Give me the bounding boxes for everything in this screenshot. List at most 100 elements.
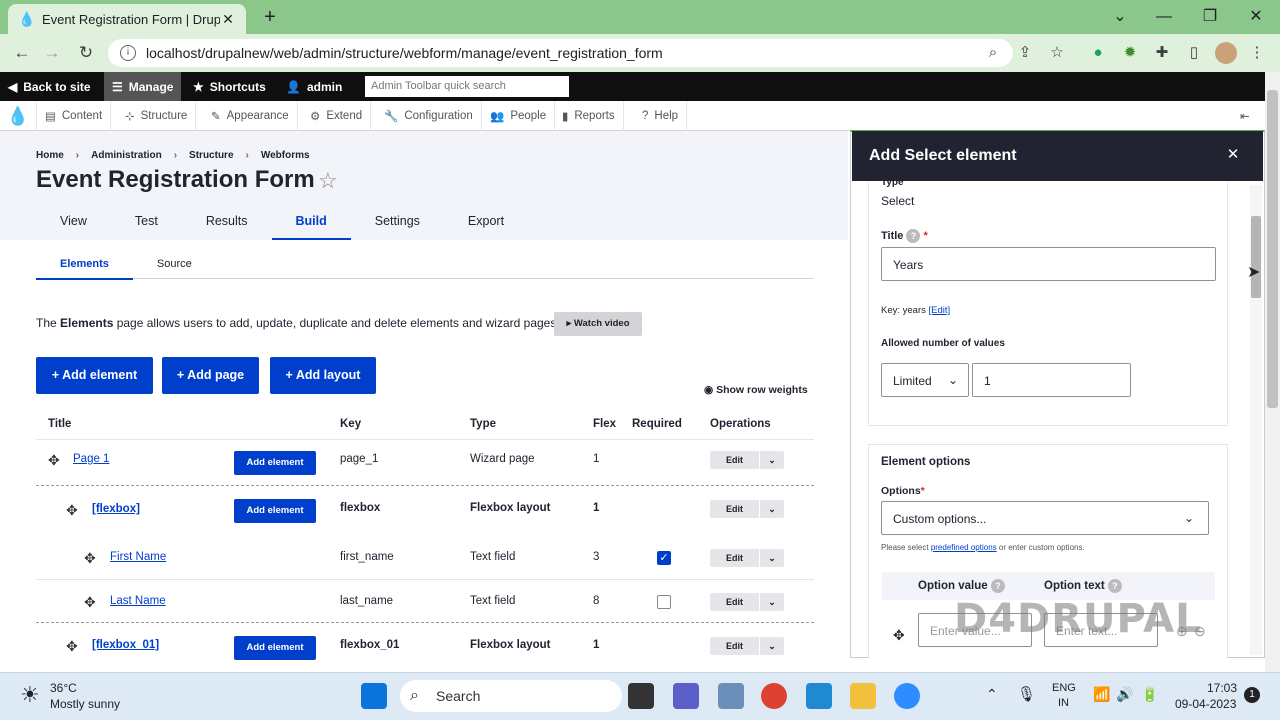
breadcrumb-home[interactable]: Home: [36, 150, 64, 161]
drag-handle-icon[interactable]: ✥: [84, 594, 96, 611]
file-explorer-icon[interactable]: [850, 683, 876, 709]
weather-sun-icon[interactable]: ☀: [20, 682, 40, 708]
task-view-icon[interactable]: [628, 683, 654, 709]
teams-icon[interactable]: [673, 683, 699, 709]
row-title-link[interactable]: Last Name: [110, 595, 166, 607]
tab-export[interactable]: Export: [444, 207, 528, 240]
browser-tab[interactable]: 💧 Event Registration Form | Drupal ✕: [8, 4, 246, 34]
row-edit-button[interactable]: Edit ⌄: [710, 451, 784, 469]
dialog-close-icon[interactable]: ✕: [1223, 145, 1243, 165]
chevron-down-icon[interactable]: ⌄: [760, 593, 784, 611]
microphone-icon[interactable]: 🎙: [1017, 685, 1036, 703]
row-title-link[interactable]: [flexbox_01]: [92, 639, 159, 651]
url-field[interactable]: i localhost/drupalnew/web/admin/structur…: [108, 39, 1013, 67]
back-to-site-link[interactable]: ◀ Back to site: [8, 72, 91, 101]
drag-handle-icon[interactable]: ✥: [48, 452, 60, 469]
lang-region[interactable]: IN: [1058, 697, 1069, 709]
row-title-link[interactable]: [flexbox]: [92, 503, 140, 515]
wifi-icon[interactable]: 📶: [1093, 686, 1110, 703]
breadcrumb-webforms[interactable]: Webforms: [261, 150, 310, 161]
tab-search-icon[interactable]: ⌄: [1106, 6, 1134, 28]
tray-orientation-icon[interactable]: ⇤: [1232, 101, 1258, 131]
lang-code[interactable]: ENG: [1052, 682, 1076, 694]
allowed-count-input[interactable]: 1: [972, 363, 1131, 397]
help-icon[interactable]: ?: [1107, 579, 1122, 593]
chevron-down-icon[interactable]: ⌄: [760, 549, 784, 567]
drag-handle-icon[interactable]: ✥: [66, 638, 78, 655]
tray-item-structure[interactable]: ⊹ Structure: [117, 101, 197, 131]
title-input[interactable]: Years: [881, 247, 1216, 281]
allowed-mode-select[interactable]: Limited ⌄: [881, 363, 969, 397]
drag-handle-icon[interactable]: ✥: [66, 502, 78, 519]
tab-elements[interactable]: Elements: [36, 252, 133, 280]
drag-handle-icon[interactable]: ✥: [893, 627, 905, 644]
favorite-star-icon[interactable]: ☆: [318, 168, 338, 194]
clock-time[interactable]: 17:03: [1207, 681, 1237, 695]
share-icon[interactable]: ⇪: [1014, 42, 1036, 64]
site-info-icon[interactable]: i: [120, 45, 136, 61]
tray-item-configuration[interactable]: 🔧 Configuration: [376, 101, 482, 131]
chevron-down-icon[interactable]: ⌄: [760, 637, 784, 655]
clock-date[interactable]: 09-04-2023: [1175, 697, 1236, 711]
page-scrollbar-thumb[interactable]: [1267, 90, 1278, 408]
options-select[interactable]: Custom options... ⌄: [881, 501, 1209, 535]
tab-build[interactable]: Build: [271, 207, 352, 240]
breadcrumb-administration[interactable]: Administration: [91, 150, 162, 161]
zoom-icon[interactable]: ⌕: [982, 42, 1004, 64]
add-layout-button[interactable]: + Add layout: [270, 357, 376, 394]
tab-source[interactable]: Source: [133, 252, 216, 279]
shortcuts-tab[interactable]: ★ Shortcuts: [193, 72, 266, 101]
tray-item-help[interactable]: ? Help: [634, 101, 688, 131]
maximize-button[interactable]: ❐: [1196, 6, 1224, 28]
row-add-element-button[interactable]: Add element: [234, 636, 316, 660]
add-element-button[interactable]: + Add element: [36, 357, 153, 394]
tray-item-appearance[interactable]: ✎ Appearance: [203, 101, 298, 131]
profile-avatar[interactable]: [1215, 42, 1237, 64]
browser-menu-icon[interactable]: ⋮: [1246, 42, 1268, 64]
show-row-weights-toggle[interactable]: ◉ Show row weights: [704, 384, 808, 396]
volume-icon[interactable]: 🔊: [1116, 686, 1133, 703]
row-edit-button[interactable]: Edit ⌄: [710, 500, 784, 518]
zoom-app-icon[interactable]: [894, 683, 920, 709]
tab-close-icon[interactable]: ✕: [220, 11, 236, 28]
help-icon[interactable]: ?: [906, 229, 921, 243]
row-title-link[interactable]: First Name: [110, 551, 166, 563]
extensions-puzzle-icon[interactable]: ✚: [1151, 42, 1173, 64]
tab-test[interactable]: Test: [111, 207, 182, 240]
reload-icon[interactable]: ↻: [74, 42, 98, 64]
tray-item-people[interactable]: 👥 People: [482, 101, 556, 131]
required-checkbox[interactable]: [657, 595, 671, 609]
extension-gear-icon[interactable]: ✹: [1119, 42, 1141, 64]
required-checkbox[interactable]: ✓: [657, 551, 671, 565]
back-arrow-icon[interactable]: ←: [10, 42, 34, 64]
drupal-logo-icon[interactable]: 💧: [0, 101, 37, 131]
virtualbox-icon[interactable]: [718, 683, 744, 709]
chevron-down-icon[interactable]: ⌄: [760, 500, 784, 518]
notification-badge[interactable]: 1: [1244, 687, 1260, 703]
dialog-scrollbar-thumb[interactable]: [1251, 216, 1261, 298]
tab-settings[interactable]: Settings: [351, 207, 444, 240]
tray-item-reports[interactable]: ▮ Reports: [554, 101, 624, 131]
key-edit-link[interactable]: [Edit]: [929, 305, 951, 316]
show-hidden-icons-icon[interactable]: ⌃: [986, 686, 998, 703]
side-panel-icon[interactable]: ▯: [1183, 42, 1205, 64]
chevron-down-icon[interactable]: ⌄: [760, 451, 784, 469]
minimize-button[interactable]: —: [1150, 6, 1178, 28]
watch-video-button[interactable]: ▸ Watch video: [554, 312, 642, 336]
chrome-icon[interactable]: [761, 683, 787, 709]
toolbar-search-input[interactable]: Admin Toolbar quick search: [365, 76, 569, 97]
tab-view[interactable]: View: [36, 207, 111, 240]
tray-item-content[interactable]: ▤ Content: [37, 101, 112, 131]
help-icon[interactable]: ?: [990, 579, 1005, 593]
window-close-button[interactable]: ✕: [1242, 6, 1270, 28]
grammarly-icon[interactable]: ●: [1087, 42, 1109, 64]
row-title-link[interactable]: Page 1: [73, 453, 109, 465]
row-edit-button[interactable]: Edit ⌄: [710, 593, 784, 611]
taskbar-search[interactable]: ⌕ Search: [400, 680, 622, 712]
vscode-icon[interactable]: [806, 683, 832, 709]
predefined-options-link[interactable]: predefined options: [931, 543, 997, 552]
tray-item-extend[interactable]: ⚙ Extend: [302, 101, 372, 131]
new-tab-button[interactable]: +: [258, 6, 282, 28]
manage-tab[interactable]: ☰ Manage: [104, 72, 182, 101]
drag-handle-icon[interactable]: ✥: [84, 550, 96, 567]
